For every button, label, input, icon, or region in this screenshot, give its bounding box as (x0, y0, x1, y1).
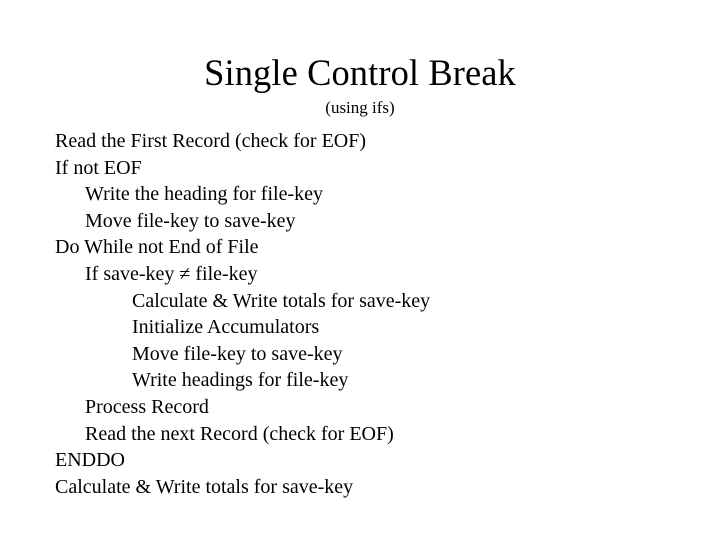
pseudocode-block: Read the First Record (check for EOF) If … (55, 128, 675, 500)
pseudocode-line: Move file-key to save-key (132, 342, 343, 365)
pseudocode-line: Write the heading for file-key (85, 183, 323, 206)
pseudocode-line: Calculate & Write totals for save-key (55, 475, 354, 498)
page-title: Single Control Break (204, 53, 516, 94)
pseudocode-line: Move file-key to save-key (85, 209, 296, 232)
pseudocode-line: Write headings for file-key (132, 369, 349, 392)
pseudocode-line: Initialize Accumulators (132, 316, 320, 339)
pseudocode-line: If save-key ≠ file-key (85, 262, 258, 285)
pseudocode-line: Do While not End of File (55, 236, 259, 259)
page-subtitle: (using ifs) (325, 98, 395, 117)
slide-canvas: Single Control Break (using ifs) Read th… (0, 0, 720, 540)
pseudocode-line: ENDDO (55, 449, 125, 472)
pseudocode-line: Process Record (85, 395, 209, 418)
pseudocode-line: Read the First Record (check for EOF) (55, 130, 367, 152)
pseudocode-line: Read the next Record (check for EOF) (85, 422, 394, 445)
title-block: Single Control Break (using ifs) (0, 52, 720, 118)
pseudocode-line: If not EOF (55, 156, 142, 179)
pseudocode-line: Calculate & Write totals for save-key (132, 289, 431, 312)
